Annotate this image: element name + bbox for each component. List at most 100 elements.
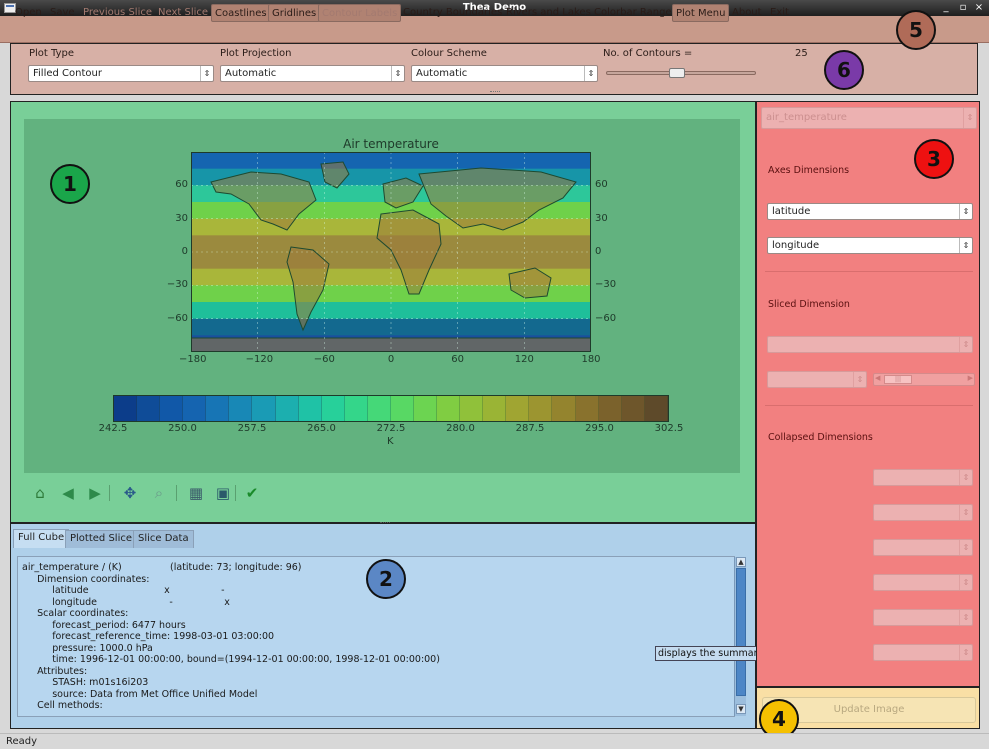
splitter-handle[interactable] <box>490 91 500 93</box>
x-tick-label: 180 <box>581 354 601 365</box>
sliced-dimension-select[interactable]: ⇕ <box>767 336 973 353</box>
colorbar-tick-label: 280.0 <box>446 423 475 434</box>
chevron-updown-icon: ⇕ <box>959 540 972 555</box>
minimize-icon[interactable]: _ <box>940 2 952 14</box>
tab-full-cube[interactable]: Full Cube <box>13 529 70 548</box>
plot-title: Air temperature <box>343 137 439 151</box>
menu-next-slice[interactable]: Next Slice <box>155 4 211 22</box>
colorbar-level <box>321 396 345 421</box>
menu-open[interactable]: Open <box>12 4 45 22</box>
edit-axis-icon[interactable]: ✔ <box>243 484 261 502</box>
x-tick-label: −120 <box>245 354 274 365</box>
summary-line: longitude - x <box>22 596 230 608</box>
menu-save[interactable]: Save <box>47 4 78 22</box>
slice-scrollbar-thumb[interactable]: ||| <box>884 375 912 384</box>
save-figure-icon[interactable]: ▣ <box>214 484 232 502</box>
colorbar-level <box>183 396 207 421</box>
maximize-icon[interactable]: ▫ <box>957 2 969 14</box>
slice-scrollbar[interactable]: ◀ ||| ▶ <box>873 373 975 386</box>
region-badge-2: 2 <box>366 559 406 599</box>
contours-value: 25 <box>795 48 808 59</box>
sliced-value-select[interactable]: ⇕ <box>767 371 867 388</box>
chevron-updown-icon: ⇕ <box>853 372 866 387</box>
axis1-select[interactable]: latitude ⇕ <box>767 203 973 220</box>
antarctica-landmass <box>191 337 591 352</box>
axis1-value: latitude <box>772 206 811 217</box>
colorbar-level <box>229 396 253 421</box>
menu-about[interactable]: About <box>729 4 765 22</box>
colorbar-tick-label: 257.5 <box>237 423 267 434</box>
chevron-updown-icon: ⇕ <box>391 66 404 81</box>
colorbar-level <box>644 396 668 421</box>
summary-line: Attributes: <box>22 665 88 677</box>
collapsed-dimension-select[interactable]: ⇕ <box>873 504 973 521</box>
summary-line: Cell methods: <box>22 700 103 711</box>
summary-line: time: 1996-12-01 00:00:00, bound=(1994-1… <box>22 654 440 665</box>
collapsed-dimension-select[interactable]: ⇕ <box>873 539 973 556</box>
temperature-map <box>191 152 591 352</box>
chevron-updown-icon: ⇕ <box>959 610 972 625</box>
collapsed-dimension-select[interactable]: ⇕ <box>873 609 973 626</box>
status-bar: Ready <box>0 733 989 749</box>
colorbar-tick-label: 242.5 <box>98 423 128 434</box>
plot-type-label: Plot Type <box>29 48 74 59</box>
toolbar-separator <box>176 485 177 501</box>
menu-colorbar-range[interactable]: Colorbar Range <box>591 4 675 22</box>
menu-previous-slice[interactable]: Previous Slice <box>80 4 155 22</box>
menu-contour-labels-toggle[interactable]: Contour Labels <box>318 4 402 22</box>
scroll-right-icon[interactable]: ▶ <box>968 374 973 382</box>
scrollbar-thumb[interactable] <box>736 568 746 696</box>
back-icon[interactable]: ◀ <box>59 484 77 502</box>
chevron-updown-icon: ⇕ <box>959 645 972 660</box>
colorbar-level <box>529 396 553 421</box>
collapsed-dimension-select[interactable]: ⇕ <box>873 644 973 661</box>
close-icon[interactable]: × <box>973 2 985 14</box>
projection-select[interactable]: Automatic ⇕ <box>220 65 405 82</box>
chevron-updown-icon: ⇕ <box>959 238 972 253</box>
axis2-select[interactable]: longitude ⇕ <box>767 237 973 254</box>
y-tick-label-left: 60 <box>175 179 188 191</box>
configure-subplots-icon[interactable]: ▦ <box>187 484 205 502</box>
colorbar-level <box>160 396 184 421</box>
colorbar-tick-label: 272.5 <box>376 423 406 434</box>
menu-country-boundaries[interactable]: Country Boundaries <box>400 4 505 22</box>
colour-scheme-value: Automatic <box>416 68 468 79</box>
collapsed-dimension-select[interactable]: ⇕ <box>873 469 973 486</box>
tab-plotted-slice[interactable]: Plotted Slice <box>65 530 138 548</box>
contours-slider-handle[interactable] <box>668 68 685 78</box>
zoom-icon[interactable]: ⌕ <box>150 484 168 502</box>
region-badge-6: 6 <box>824 50 864 90</box>
colorbar-level <box>344 396 368 421</box>
colour-scheme-select[interactable]: Automatic ⇕ <box>411 65 598 82</box>
menu-rivers-and-lakes[interactable]: Rivers and Lakes <box>503 4 594 22</box>
y-tick-label-right: −60 <box>595 312 617 324</box>
cube-select[interactable]: air_temperature ⇕ <box>761 107 977 129</box>
menu-coastlines-toggle[interactable]: Coastlines <box>211 4 271 22</box>
menu-plot-menu-toggle[interactable]: Plot Menu <box>672 4 730 22</box>
colorbar-tick-label: 295.0 <box>585 423 614 434</box>
chevron-updown-icon: ⇕ <box>959 470 972 485</box>
colorbar-level <box>483 396 507 421</box>
divider <box>765 405 973 406</box>
summary-line: forecast_period: 6477 hours <box>22 619 186 631</box>
pan-icon[interactable]: ✥ <box>121 484 139 502</box>
collapsed-dimensions-title: Collapsed Dimensions <box>768 432 873 443</box>
y-tick-label-left: 0 <box>181 246 188 257</box>
colorbar-tick-label: 265.0 <box>307 423 336 434</box>
colour-scheme-label: Colour Scheme <box>411 48 487 59</box>
plot-type-select[interactable]: Filled Contour ⇕ <box>28 65 214 82</box>
forward-icon[interactable]: ▶ <box>86 484 104 502</box>
chevron-updown-icon: ⇕ <box>584 66 597 81</box>
home-icon[interactable]: ⌂ <box>31 484 49 502</box>
scroll-up-icon[interactable]: ▲ <box>736 557 746 567</box>
collapsed-dimension-select[interactable]: ⇕ <box>873 574 973 591</box>
y-tick-label-right: 60 <box>595 179 608 191</box>
menu-exit[interactable]: Exit <box>767 4 792 22</box>
y-tick-label-right: 30 <box>595 212 608 224</box>
cube-select-value: air_temperature <box>766 112 847 123</box>
chevron-updown-icon: ⇕ <box>959 505 972 520</box>
menu-gridlines-toggle[interactable]: Gridlines <box>268 4 321 22</box>
tab-slice-data[interactable]: Slice Data <box>133 530 194 548</box>
scroll-left-icon[interactable]: ◀ <box>875 374 880 382</box>
scroll-down-icon[interactable]: ▼ <box>736 704 746 714</box>
